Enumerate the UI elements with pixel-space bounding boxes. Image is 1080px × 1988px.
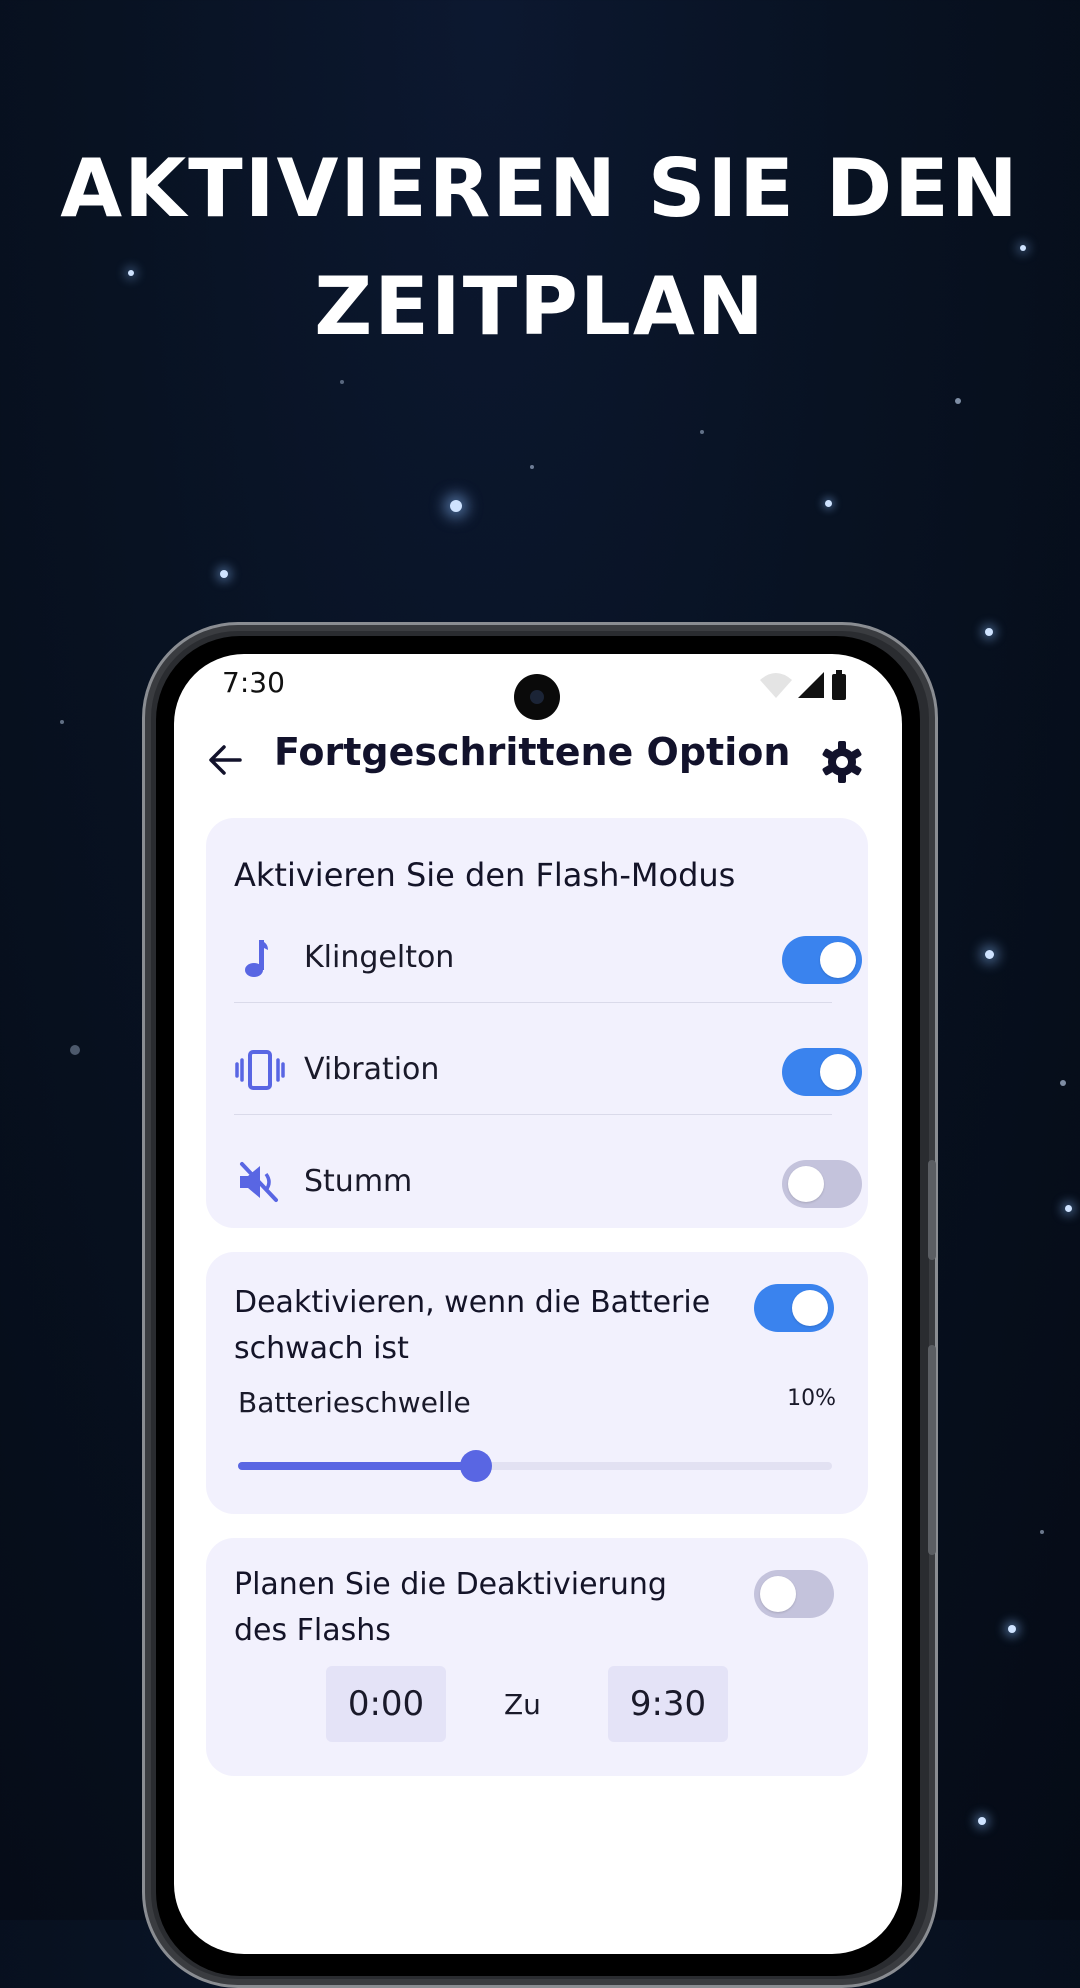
headline: AKTIVIEREN SIE DEN ZEITPLAN [0, 130, 1080, 366]
setting-row-mute[interactable]: Stumm [234, 1130, 862, 1234]
battery-icon [832, 670, 846, 700]
wifi-icon [760, 673, 792, 698]
battery-threshold-label: Batterieschwelle [238, 1386, 471, 1419]
vibration-toggle[interactable] [782, 1048, 862, 1096]
headline-line-1: AKTIVIEREN SIE DEN [60, 142, 1020, 235]
divider [234, 1114, 832, 1115]
ringtone-toggle[interactable] [782, 936, 862, 984]
schedule-card: Planen Sie die Deaktivierung des Flashs … [206, 1538, 868, 1776]
flash-mode-title: Aktivieren Sie den Flash-Modus [234, 856, 736, 894]
battery-title-line-2: schwach ist [234, 1331, 409, 1366]
schedule-title-line-1: Planen Sie die Deaktivierung [234, 1567, 667, 1602]
vibration-label: Vibration [304, 1052, 440, 1087]
end-time-box[interactable]: 9:30 [608, 1666, 728, 1742]
schedule-title-line-2: des Flashs [234, 1613, 391, 1648]
front-camera [514, 674, 560, 720]
ringtone-label: Klingelton [304, 940, 455, 975]
setting-row-vibration[interactable]: Vibration [234, 1018, 862, 1122]
schedule-toggle[interactable] [754, 1570, 834, 1618]
mute-label: Stumm [304, 1164, 413, 1199]
vibration-icon [235, 1050, 285, 1090]
battery-slider-thumb[interactable] [459, 1450, 492, 1482]
time-separator: Zu [504, 1688, 541, 1721]
back-arrow-icon[interactable] [204, 738, 248, 782]
mute-icon [240, 1162, 278, 1202]
battery-card: Deaktivieren, wenn die Batterie schwach … [206, 1252, 868, 1514]
phone-volume-button [928, 1345, 936, 1555]
gear-icon[interactable] [818, 738, 866, 786]
flash-mode-card: Aktivieren Sie den Flash-Modus Klingelto… [206, 818, 868, 1228]
start-time-box[interactable]: 0:00 [326, 1666, 446, 1742]
status-time: 7:30 [222, 666, 285, 699]
setting-row-ringtone[interactable]: Klingelton [234, 906, 862, 1010]
page-title: Fortgeschrittene Option [274, 730, 791, 774]
divider [234, 1002, 832, 1003]
music-note-icon [245, 940, 268, 977]
headline-line-2: ZEITPLAN [314, 260, 766, 353]
phone-side-button [928, 1160, 936, 1260]
mute-toggle[interactable] [782, 1160, 862, 1208]
battery-threshold-value: 10% [787, 1386, 836, 1411]
signal-icon [798, 672, 824, 698]
battery-toggle[interactable] [754, 1284, 834, 1332]
phone-screen: 7:30 Fortgeschrittene Option Aktivieren … [174, 654, 902, 1954]
battery-title-line-1: Deaktivieren, wenn die Batterie [234, 1285, 711, 1320]
status-icons [760, 670, 846, 700]
battery-slider-fill [238, 1462, 476, 1470]
schedule-title: Planen Sie die Deaktivierung des Flashs [234, 1562, 667, 1654]
battery-title: Deaktivieren, wenn die Batterie schwach … [234, 1280, 710, 1372]
battery-slider[interactable] [238, 1450, 832, 1482]
